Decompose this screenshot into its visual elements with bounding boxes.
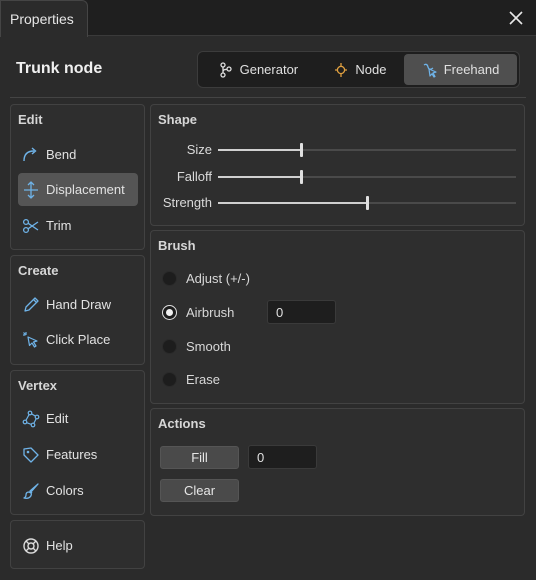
size-slider[interactable]	[218, 143, 516, 157]
tool-hand-draw-label: Hand Draw	[46, 297, 112, 312]
brush-erase-label: Erase	[186, 371, 220, 387]
size-slider-knob[interactable]	[300, 143, 304, 157]
node-icon	[335, 62, 348, 77]
page-title: Trunk node	[16, 60, 103, 77]
freehand-icon	[423, 63, 437, 78]
brush-smooth-radio[interactable]	[162, 338, 177, 354]
tool-bend-label: Bend	[46, 147, 77, 162]
strength-slider-label: Strength	[162, 195, 212, 210]
size-slider-label: Size	[186, 142, 212, 157]
fill-button[interactable]: Fill	[160, 446, 239, 469]
tool-trim[interactable]: Trim	[18, 209, 138, 242]
brush-option-erase[interactable]: Erase	[162, 368, 220, 390]
falloff-slider-label: Falloff	[176, 169, 212, 184]
brush-panel: Brush Adjust (+/-) Airbrush 0 Smooth Era…	[150, 230, 525, 404]
tool-bend[interactable]: Bend	[18, 138, 138, 171]
brush-option-airbrush[interactable]: Airbrush	[162, 301, 234, 323]
header-divider	[10, 97, 526, 98]
strength-slider-fill	[218, 202, 367, 204]
tool-vertex-edit-label: Edit	[46, 411, 69, 426]
edit-panel-title: Edit	[18, 112, 43, 127]
tool-vertex-edit[interactable]: Edit	[18, 402, 138, 435]
title-bar: Properties	[0, 0, 536, 37]
brush-airbrush-label: Airbrush	[186, 304, 235, 320]
actions-panel: Actions Fill 0 Clear	[150, 408, 525, 516]
tool-trim-label: Trim	[46, 218, 72, 233]
clear-button[interactable]: Clear	[160, 479, 239, 502]
shape-panel-title: Shape	[158, 112, 198, 127]
brush-smooth-label: Smooth	[186, 338, 231, 354]
actions-panel-title: Actions	[158, 416, 206, 431]
help-button[interactable]: Help	[18, 529, 138, 562]
mode-node-button[interactable]: Node	[316, 54, 404, 85]
tool-displacement-label: Displacement	[46, 182, 125, 197]
brush-erase-radio[interactable]	[162, 371, 177, 387]
mode-freehand-button[interactable]: Freehand	[404, 54, 517, 85]
size-slider-row: Size	[158, 140, 518, 160]
close-button[interactable]	[504, 6, 528, 30]
fill-value-field[interactable]: 0	[248, 445, 317, 469]
brush-panel-title: Brush	[158, 238, 196, 253]
brush-adjust-radio[interactable]	[162, 270, 177, 286]
close-icon	[509, 11, 523, 25]
strength-slider-row: Strength	[158, 193, 518, 213]
mode-freehand-label: Freehand	[443, 62, 500, 77]
scissors-icon	[22, 218, 39, 233]
create-panel-title: Create	[18, 263, 59, 278]
generator-icon	[219, 61, 232, 78]
help-panel: Help	[10, 520, 145, 569]
brush-airbrush-radio[interactable]	[162, 304, 177, 320]
falloff-slider-fill	[218, 176, 302, 178]
mode-node-label: Node	[355, 62, 387, 77]
brush-option-smooth[interactable]: Smooth	[162, 335, 231, 357]
tool-click-place-label: Click Place	[46, 332, 111, 347]
strength-slider[interactable]	[218, 196, 516, 210]
tool-features-label: Features	[46, 447, 98, 462]
edit-panel: Edit Bend Displacement Trim	[10, 104, 145, 250]
falloff-slider-row: Falloff	[158, 167, 518, 187]
tab-properties-label: Properties	[10, 11, 74, 27]
create-panel: Create Hand Draw Click Place	[10, 255, 145, 365]
brush-option-adjust[interactable]: Adjust (+/-)	[162, 267, 250, 289]
pencil-icon	[24, 296, 39, 312]
displacement-icon	[24, 180, 38, 199]
vertex-panel: Vertex Edit Features Colors	[10, 370, 145, 515]
tool-colors-label: Colors	[46, 483, 84, 498]
click-cursor-icon	[23, 331, 38, 348]
mode-segmented-control: Generator Node Freehand	[197, 51, 520, 88]
falloff-slider-knob[interactable]	[300, 170, 304, 184]
brush-icon	[23, 482, 39, 499]
help-label: Help	[46, 538, 73, 553]
mode-generator-button[interactable]: Generator	[200, 54, 316, 85]
size-slider-fill	[218, 149, 302, 151]
shape-panel: Shape Size Falloff Strength	[150, 104, 525, 226]
tool-colors[interactable]: Colors	[18, 474, 138, 507]
vertex-panel-title: Vertex	[18, 378, 58, 393]
lifebuoy-icon	[23, 537, 39, 554]
vertex-edit-icon	[22, 410, 40, 427]
tool-features[interactable]: Features	[18, 438, 138, 471]
tool-click-place[interactable]: Click Place	[18, 323, 138, 356]
tab-properties[interactable]: Properties	[0, 0, 88, 37]
tool-displacement[interactable]: Displacement	[18, 173, 138, 206]
falloff-slider[interactable]	[218, 170, 516, 184]
tag-icon	[23, 446, 39, 463]
mode-generator-label: Generator	[239, 62, 299, 77]
airbrush-value-field[interactable]: 0	[267, 300, 336, 324]
tool-hand-draw[interactable]: Hand Draw	[18, 288, 138, 321]
bend-icon	[23, 146, 37, 161]
brush-adjust-label: Adjust (+/-)	[186, 270, 250, 286]
strength-slider-knob[interactable]	[366, 196, 369, 210]
